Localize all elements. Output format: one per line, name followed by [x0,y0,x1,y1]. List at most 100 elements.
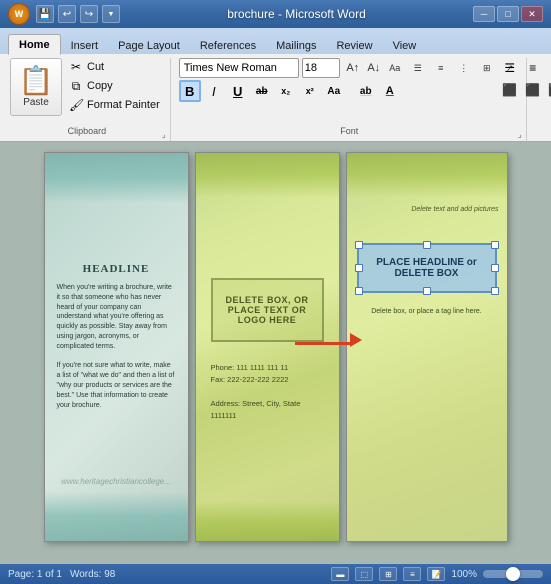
zoom-slider[interactable] [483,570,543,578]
web-layout-view-button[interactable]: ⊞ [379,567,397,581]
multilevel-list-button[interactable]: ⊞ [545,58,551,78]
clipboard-small-buttons: ✂ Cut ⧉ Copy 🖌 Format Painter [65,58,164,114]
align-left-button[interactable]: ⬛ [499,80,521,100]
para-content: ☰ ≡ ⊞ ⇤ ⇥ ↕ ¶ ⬛ ⬛ ⬛ ⬛ ↕ ▦ [499,58,551,124]
ribbon-tabs: Home Insert Page Layout References Maili… [0,28,551,54]
right-panel-content: Delete text and add pictures PLACE HEADL… [347,153,507,541]
tab-review[interactable]: Review [326,36,382,55]
print-layout-view-button[interactable]: ▬ [331,567,349,581]
outline-view-button[interactable]: ≡ [403,567,421,581]
close-button[interactable]: ✕ [521,6,543,22]
tab-references[interactable]: References [190,36,266,55]
middle-delete-box[interactable]: DELETE BOX, OR PLACE TEXT OR LOGO HERE [211,278,324,342]
copy-label: Copy [87,80,113,92]
office-button[interactable]: W [8,3,30,25]
format-painter-label: Format Painter [87,99,160,111]
strikethrough-button[interactable]: ab [251,80,273,102]
tab-view[interactable]: View [383,36,427,55]
quick-access-toolbar: 💾 ↩ ↪ ▼ [36,5,120,23]
cut-label: Cut [87,61,104,73]
brochure-left-panel[interactable]: HEADLINE When you're writing a brochure,… [44,152,189,542]
address-info: Address: Street, City, State 1111111 [211,398,324,422]
handle-bottom-middle[interactable] [423,287,431,295]
left-bottom-ornament [45,491,188,541]
numbering-button[interactable]: ≡ [522,58,544,78]
arrow-indicator [295,337,350,340]
restore-button[interactable]: □ [497,6,519,22]
font-size-extra[interactable]: Aa [385,58,405,78]
draft-view-button[interactable]: 📝 [427,567,445,581]
list-button-4[interactable]: ⊞ [477,58,497,78]
tab-page-layout[interactable]: Page Layout [108,36,190,55]
handle-middle-left[interactable] [355,264,363,272]
paste-button[interactable]: 📋 Paste [10,58,62,116]
copy-button[interactable]: ⧉ Copy [65,77,164,95]
highlight-button[interactable]: ab [355,80,377,102]
tab-mailings[interactable]: Mailings [266,36,326,55]
subscript-button[interactable]: x₂ [275,80,297,102]
para-group-label: Parag [535,124,551,139]
copy-icon: ⧉ [69,79,83,94]
decrease-font-size-button[interactable]: A↓ [364,58,384,78]
align-center-button[interactable]: ⬛ [522,80,544,100]
underline-icon: U [233,84,242,99]
font-name-select[interactable] [179,58,299,78]
qat-dropdown[interactable]: ▼ [102,5,120,23]
window-controls: ─ □ ✕ [473,6,543,22]
align-right-button[interactable]: ⬛ [545,80,551,100]
headline-box[interactable]: PLACE HEADLINE or DELETE BOX [357,243,497,293]
handle-bottom-right[interactable] [491,287,499,295]
subscript-icon: x₂ [281,86,290,96]
fax-info: Fax: 222-222-222 2222 [211,374,324,386]
left-body-text: When you're writing a brochure, write it… [57,283,176,410]
superscript-button[interactable]: x² [299,80,321,102]
bold-icon: B [185,84,194,99]
bullets-button[interactable]: ☰ [499,58,521,78]
clear-format-icon: Aa [327,86,340,97]
paste-icon: 📋 [19,67,54,95]
handle-top-middle[interactable] [423,241,431,249]
clear-format-button[interactable]: Aa [323,80,345,102]
tab-insert[interactable]: Insert [61,36,109,55]
right-delete-box-bottom: Delete box, or place a tag line here. [357,308,497,315]
handle-middle-right[interactable] [491,264,499,272]
redo-qat-button[interactable]: ↪ [80,5,98,23]
zoom-thumb[interactable] [506,567,520,581]
list-button-3[interactable]: ⋮ [454,58,474,78]
list-button-2[interactable]: ≡ [431,58,451,78]
page-info: Page: 1 of 1 [8,569,62,580]
handle-bottom-left[interactable] [355,287,363,295]
status-bar: Page: 1 of 1 Words: 98 ▬ ⬚ ⊞ ≡ 📝 100% [0,564,551,584]
arrow-head [350,333,362,347]
left-watermark: www.heritagechristiancollege... [45,477,188,486]
underline-button[interactable]: U [227,80,249,102]
tab-home[interactable]: Home [8,34,61,55]
minimize-button[interactable]: ─ [473,6,495,22]
format-painter-button[interactable]: 🖌 Format Painter [65,96,164,114]
left-headline: HEADLINE [83,263,150,275]
title-bar: W 💾 ↩ ↪ ▼ brochure - Microsoft Word ─ □ … [0,0,551,28]
font-expand-icon[interactable]: ⌟ [518,130,522,139]
brochure-right-panel[interactable]: Delete text and add pictures PLACE HEADL… [346,152,508,542]
increase-font-size-button[interactable]: A↑ [343,58,363,78]
undo-qat-button[interactable]: ↩ [58,5,76,23]
brochure-middle-panel[interactable]: DELETE BOX, OR PLACE TEXT OR LOGO HERE P… [195,152,340,542]
clipboard-expand-icon[interactable]: ⌟ [162,130,166,139]
left-panel-content: HEADLINE When you're writing a brochure,… [45,153,188,541]
handle-top-right[interactable] [491,241,499,249]
ribbon: 📋 Paste ✂ Cut ⧉ Copy 🖌 Format Painter [0,54,551,142]
handle-top-left[interactable] [355,241,363,249]
font-color-button[interactable]: A [379,80,401,102]
list-button[interactable]: ☰ [408,58,428,78]
middle-bottom-ornament [196,501,339,541]
italic-icon: I [212,84,216,99]
bold-button[interactable]: B [179,80,201,102]
right-delete-text-top: Delete text and add pictures [355,206,499,213]
italic-button[interactable]: I [203,80,225,102]
cut-button[interactable]: ✂ Cut [65,58,164,76]
font-size-select[interactable] [302,58,340,78]
save-qat-button[interactable]: 💾 [36,5,54,23]
middle-top-ornament [196,153,339,198]
full-screen-view-button[interactable]: ⬚ [355,567,373,581]
left-top-ornament [45,153,188,203]
